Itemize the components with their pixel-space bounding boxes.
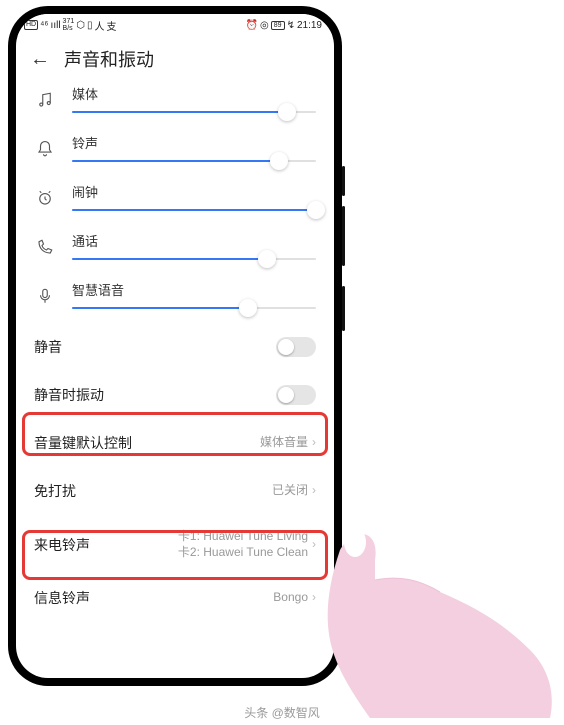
slider-fill	[72, 209, 316, 211]
page-title: 声音和振动	[64, 46, 154, 72]
toggle-mute[interactable]	[276, 337, 316, 357]
slider-thumb[interactable]	[270, 152, 288, 170]
back-icon[interactable]: ←	[30, 49, 50, 69]
mic-icon	[34, 287, 56, 309]
row-vibrate-on-mute[interactable]: 静音时振动	[16, 371, 334, 419]
row-label: 信息铃声	[34, 588, 90, 608]
slider-media[interactable]: 媒体	[16, 78, 334, 127]
row-value: Bongo	[273, 590, 308, 606]
row-volume-key-default[interactable]: 音量键默认控制 媒体音量›	[16, 419, 334, 467]
slider-track[interactable]	[72, 307, 316, 309]
slider-label: 闹钟	[72, 182, 316, 201]
slider-fill	[72, 111, 287, 113]
toggle-vibrate-on-mute[interactable]	[276, 385, 316, 405]
slider-alarm[interactable]: 闹钟	[16, 176, 334, 225]
pay-icon: 支	[106, 18, 116, 33]
slider-thumb[interactable]	[307, 201, 325, 219]
slider-voice[interactable]: 智慧语音	[16, 274, 334, 323]
row-mute[interactable]: 静音	[16, 323, 334, 371]
chevron-right-icon: ›	[312, 590, 316, 606]
status-bar: HD ⁴⁶ ııll 371B/s ⬡ ▯ 人 支 ⏰ ◎ 89 ↯ 21:19	[16, 14, 334, 36]
hd-indicator: HD	[24, 20, 38, 30]
slider-track[interactable]	[72, 160, 316, 162]
slider-track[interactable]	[72, 209, 316, 211]
eye-icon: ◎	[260, 20, 269, 31]
row-label: 静音时振动	[34, 385, 104, 405]
row-sms-tone[interactable]: 信息铃声 Bongo›	[16, 574, 334, 622]
wifi-icon: ⬡	[76, 20, 85, 31]
signal-icon: ııll	[51, 20, 61, 31]
battery-icon: 89	[271, 21, 285, 30]
slider-call[interactable]: 通话	[16, 225, 334, 274]
phone-frame: HD ⁴⁶ ııll 371B/s ⬡ ▯ 人 支 ⏰ ◎ 89 ↯ 21:19…	[8, 6, 342, 686]
slider-track[interactable]	[72, 111, 316, 113]
status-right: ⏰ ◎ 89 ↯ 21:19	[246, 20, 322, 31]
user-icon: 人	[94, 18, 104, 33]
slider-thumb[interactable]	[239, 299, 257, 317]
speed-unit: B/s	[63, 25, 73, 32]
row-value: 已关闭	[272, 483, 308, 499]
slider-label: 媒体	[72, 84, 316, 103]
slider-ringtone[interactable]: 铃声	[16, 127, 334, 176]
slider-label: 铃声	[72, 133, 316, 152]
screen: HD ⁴⁶ ııll 371B/s ⬡ ▯ 人 支 ⏰ ◎ 89 ↯ 21:19…	[16, 14, 334, 678]
row-label: 音量键默认控制	[34, 433, 132, 453]
chevron-right-icon: ›	[312, 483, 316, 499]
header: ← 声音和振动	[16, 36, 334, 78]
slider-fill	[72, 160, 279, 162]
sim-icon: ▯	[87, 20, 93, 31]
row-label: 来电铃声	[34, 535, 90, 555]
call-icon	[34, 238, 56, 260]
phone-side-button	[342, 286, 345, 331]
watermark: 头条 @数智风	[0, 704, 564, 721]
bell-icon	[34, 140, 56, 162]
net-type: ⁴⁶	[40, 20, 48, 31]
alarm-icon: ⏰	[246, 20, 258, 31]
phone-side-button	[342, 206, 345, 266]
phone-side-button	[342, 166, 345, 196]
chevron-right-icon: ›	[312, 435, 316, 451]
status-left: HD ⁴⁶ ııll 371B/s ⬡ ▯ 人 支	[24, 18, 116, 33]
row-value-line1: 卡1: Huawei Tune Living	[178, 529, 308, 543]
slider-track[interactable]	[72, 258, 316, 260]
music-icon	[34, 91, 56, 113]
slider-label: 智慧语音	[72, 280, 316, 299]
slider-fill	[72, 258, 267, 260]
slider-label: 通话	[72, 231, 316, 250]
clock: 21:19	[297, 20, 322, 31]
row-ringtone[interactable]: 来电铃声 卡1: Huawei Tune Living 卡2: Huawei T…	[16, 515, 334, 574]
alarm-icon	[34, 189, 56, 211]
slider-thumb[interactable]	[278, 103, 296, 121]
row-label: 静音	[34, 337, 62, 357]
slider-fill	[72, 307, 248, 309]
row-value: 媒体音量	[260, 435, 308, 451]
chevron-right-icon: ›	[312, 537, 316, 553]
content-area: 媒体 铃声	[16, 78, 334, 678]
row-label: 免打扰	[34, 481, 76, 501]
slider-thumb[interactable]	[258, 250, 276, 268]
row-value-line2: 卡2: Huawei Tune Clean	[178, 545, 308, 559]
speed-value: 371	[63, 18, 75, 25]
row-dnd[interactable]: 免打扰 已关闭›	[16, 467, 334, 515]
